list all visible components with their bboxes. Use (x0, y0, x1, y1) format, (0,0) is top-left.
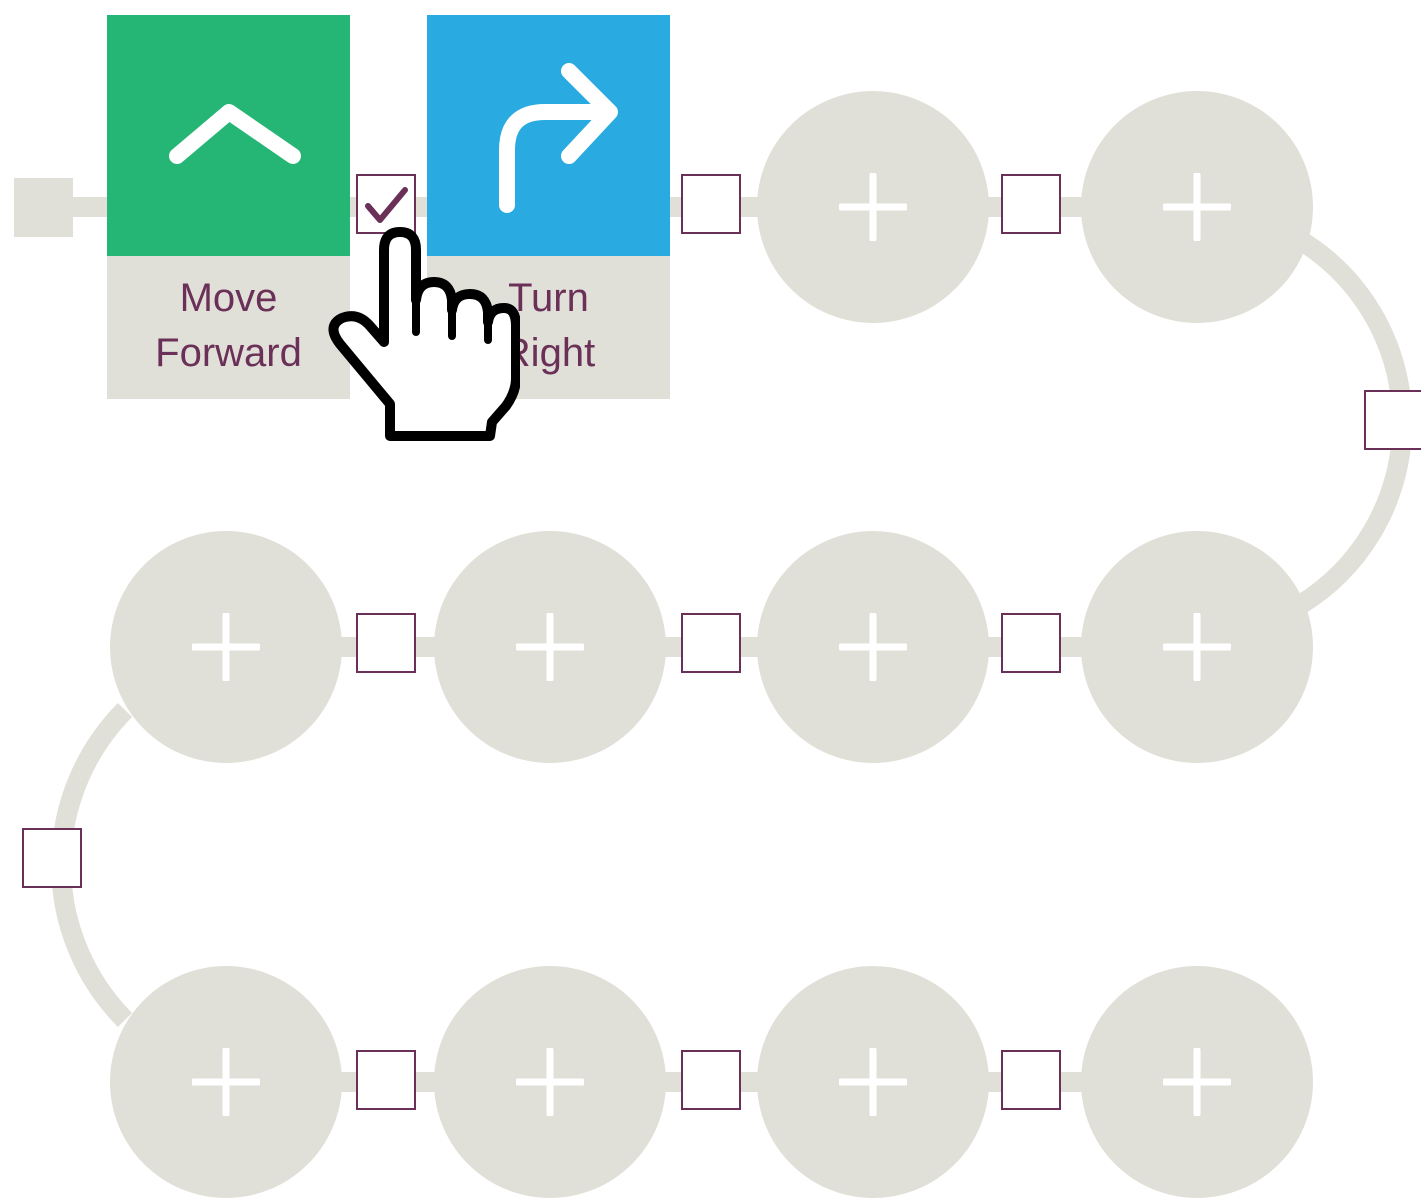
plus-icon (192, 613, 260, 681)
empty-slot[interactable] (757, 531, 989, 763)
move-forward-label-line1: Move (179, 276, 278, 320)
turn-right-card[interactable]: Turn Right (427, 15, 670, 399)
plus-icon (839, 173, 907, 241)
empty-slot[interactable] (110, 531, 342, 763)
program-canvas: Move Forward Turn Right (0, 0, 1421, 1202)
checkbox[interactable] (1001, 1050, 1061, 1110)
turn-right-label-line1: Turn (508, 276, 589, 320)
move-forward-card[interactable]: Move Forward (107, 15, 350, 399)
chevron-up-icon (169, 104, 301, 164)
checkbox[interactable] (681, 174, 741, 234)
plus-icon (516, 613, 584, 681)
plus-icon (1163, 613, 1231, 681)
empty-slot[interactable] (1081, 531, 1313, 763)
plus-icon (839, 1048, 907, 1116)
empty-slot[interactable] (757, 966, 989, 1198)
empty-slot[interactable] (434, 531, 666, 763)
checkbox-checked[interactable] (356, 174, 416, 234)
empty-slot[interactable] (1081, 91, 1313, 323)
checkbox[interactable] (681, 1050, 741, 1110)
empty-slot[interactable] (757, 91, 989, 323)
move-forward-label-line2: Forward (155, 331, 302, 375)
plus-icon (1163, 173, 1231, 241)
checkbox[interactable] (1364, 390, 1421, 450)
checkbox[interactable] (1001, 174, 1061, 234)
empty-slot[interactable] (110, 966, 342, 1198)
checkbox[interactable] (1001, 613, 1061, 673)
checkbox[interactable] (356, 613, 416, 673)
checkmark-icon (365, 187, 408, 223)
empty-slot[interactable] (434, 966, 666, 1198)
turn-right-label-line2: Right (501, 331, 596, 375)
move-forward-label: Move Forward (107, 271, 350, 381)
turn-right-arrow-icon (499, 63, 618, 213)
checkbox[interactable] (681, 613, 741, 673)
plus-icon (516, 1048, 584, 1116)
turn-right-label: Turn Right (427, 271, 670, 381)
checkbox[interactable] (356, 1050, 416, 1110)
start-block (14, 178, 73, 237)
plus-icon (1163, 1048, 1231, 1116)
empty-slot[interactable] (1081, 966, 1313, 1198)
plus-icon (839, 613, 907, 681)
plus-icon (192, 1048, 260, 1116)
checkbox[interactable] (22, 828, 82, 888)
